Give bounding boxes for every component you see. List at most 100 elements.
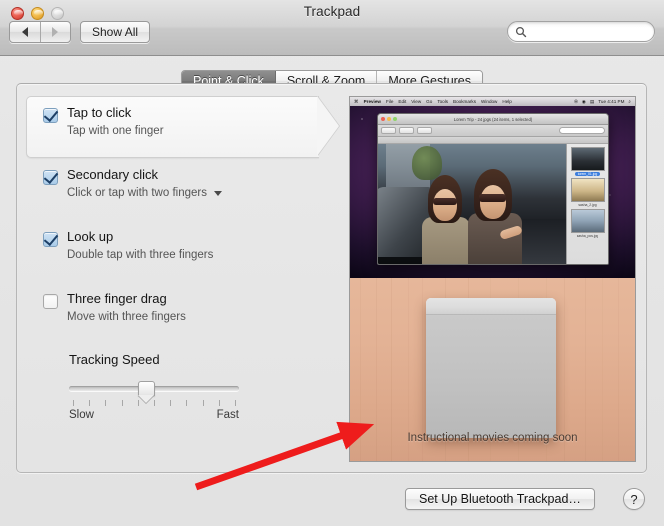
preview-desktop-screenshot: ⌘ Preview File Edit View Go Tools Bookma…: [350, 97, 635, 278]
sim-thumbnail-image: [570, 147, 605, 171]
slider-tick: [121, 400, 123, 406]
photo-person-right: [466, 163, 524, 264]
sim-thumbnail-item: sasha_pos.jpg: [570, 209, 605, 238]
slider-end-labels: Slow Fast: [69, 409, 239, 421]
apple-icon: ⌘: [354, 98, 359, 104]
sim-menu-bookmarks: Bookmarks: [453, 99, 477, 104]
option-subtitle-text: Click or tap with two fingers: [67, 187, 207, 199]
preview-caption: Instructional movies coming soon: [407, 432, 578, 444]
setup-bluetooth-trackpad-label: Set Up Bluetooth Trackpad…: [419, 492, 581, 506]
tracking-speed-group: Tracking Speed Slow Fast: [69, 352, 259, 421]
slider-thumb[interactable]: [137, 381, 155, 396]
sim-menu-tools: Tools: [437, 99, 449, 104]
slider-tick: [73, 400, 74, 406]
sim-menu-edit: Edit: [398, 99, 407, 104]
slider-tick: [218, 400, 220, 406]
sim-window-body: lorem_01.jpg sasha_2.jpg sasha_pos.jpg: [378, 144, 608, 264]
slider-tick: [89, 400, 91, 406]
checkbox-tap-to-click[interactable]: [43, 108, 58, 123]
preview-trackpad-photo: Instructional movies coming soon: [350, 278, 635, 461]
search-field[interactable]: [507, 21, 655, 42]
show-all-button[interactable]: Show All: [80, 21, 151, 43]
sim-thumbnail-label: sasha_pos.jpg: [576, 234, 599, 238]
magic-trackpad-device: [426, 298, 556, 438]
option-row-look-up[interactable]: Look up Double tap with three fingers: [26, 220, 346, 282]
gesture-preview-media[interactable]: ⌘ Preview File Edit View Go Tools Bookma…: [349, 96, 636, 462]
slider-tick: [170, 400, 172, 406]
sim-menu-file: File: [385, 99, 394, 104]
chevron-down-icon[interactable]: [213, 190, 222, 196]
slider-tick: [137, 400, 139, 406]
help-icon: ?: [630, 491, 638, 507]
photo-sunglasses: [479, 194, 506, 202]
photo-sunglasses: [433, 198, 457, 205]
slider-ticks: [69, 400, 239, 407]
sim-thumbnail-image: [570, 178, 605, 202]
navigation-segmented-control[interactable]: [9, 21, 71, 43]
option-subtitle: Click or tap with two fingers: [67, 185, 222, 201]
tracking-speed-label: Tracking Speed: [69, 352, 160, 367]
photo-head: [480, 185, 506, 219]
sim-menubar-right: ✇ ◉ ▤ Tue 4:41 PM ⌕: [574, 99, 631, 105]
option-text: Look up Double tap with three fingers: [67, 229, 213, 263]
photo-body: [422, 217, 470, 264]
sim-toolbar-search: [559, 127, 605, 134]
slider-tick: [105, 400, 107, 406]
option-row-three-finger-drag[interactable]: Three finger drag Move with three finger…: [26, 282, 346, 344]
gesture-options-list: Tap to click Tap with one finger Seconda…: [26, 96, 346, 344]
sim-window-titlebar: Lorem Trip - 24 jpgs (24 items, 1 select…: [378, 114, 608, 125]
sim-menu-app: Preview: [363, 99, 381, 104]
sim-thumbnail-label: lorem_01.jpg: [574, 172, 601, 176]
search-input[interactable]: [531, 25, 646, 38]
sim-bookmark-bar: [378, 137, 608, 144]
back-button[interactable]: [10, 22, 41, 42]
sim-menu-view: View: [411, 99, 422, 104]
help-button[interactable]: ?: [623, 488, 645, 510]
option-text: Tap to click Tap with one finger: [67, 105, 164, 139]
sim-status-3: ▤: [589, 98, 595, 104]
option-row-secondary-click[interactable]: Secondary click Click or tap with two fi…: [26, 158, 346, 220]
checkbox-three-finger-drag[interactable]: [43, 294, 58, 309]
sim-menubar: ⌘ Preview File Edit View Go Tools Bookma…: [350, 97, 635, 106]
preferences-panel: Tap to click Tap with one finger Seconda…: [16, 83, 647, 473]
sim-toolbar-button: [417, 127, 432, 134]
sim-photo-two-women: [378, 144, 566, 264]
slider-tick: [154, 400, 155, 406]
option-text: Three finger drag Move with three finger…: [67, 291, 186, 325]
option-row-tap-to-click[interactable]: Tap to click Tap with one finger: [26, 96, 346, 158]
trackpad-preferences-window: Trackpad Show All Point & Click Scroll &…: [0, 0, 664, 526]
tracking-speed-slider[interactable]: Slow Fast: [69, 381, 239, 421]
window-titlebar: Trackpad Show All: [0, 0, 664, 56]
sim-spotlight-icon: ⌕: [628, 99, 631, 104]
option-subtitle: Tap with one finger: [67, 123, 164, 139]
sim-menu-go: Go: [426, 99, 433, 104]
show-all-label: Show All: [92, 25, 139, 39]
forward-button: [41, 22, 71, 42]
photo-person-left: [420, 169, 472, 264]
checkbox-look-up[interactable]: [43, 232, 58, 247]
setup-bluetooth-trackpad-button[interactable]: Set Up Bluetooth Trackpad…: [405, 488, 595, 510]
slider-tick: [235, 400, 236, 406]
magic-trackpad-battery-bar: [426, 298, 556, 315]
option-title: Three finger drag: [67, 291, 167, 306]
chevron-right-icon: [52, 27, 59, 37]
sim-preview-app-window: Lorem Trip - 24 jpgs (24 items, 1 select…: [377, 113, 609, 265]
option-title: Look up: [67, 229, 114, 244]
option-subtitle-text: Move with three fingers: [67, 311, 186, 323]
sim-clock: Tue 4:41 PM: [598, 99, 625, 104]
sim-menu-window: Window: [481, 99, 498, 104]
option-subtitle-text: Tap with one finger: [67, 125, 164, 137]
option-subtitle: Move with three fingers: [67, 309, 186, 325]
sim-menubar-left: ⌘ Preview File Edit View Go Tools Bookma…: [354, 99, 512, 105]
sim-thumbnail-item: lorem_01.jpg: [570, 147, 605, 176]
sim-window-toolbar: [378, 125, 608, 137]
sim-toolbar-button: [399, 127, 414, 134]
slider-max-label: Fast: [216, 409, 239, 421]
option-subtitle: Double tap with three fingers: [67, 247, 213, 263]
sim-thumbnail-label: sasha_2.jpg: [578, 203, 597, 207]
checkbox-secondary-click[interactable]: [43, 170, 58, 185]
page-title: Trackpad: [303, 4, 361, 19]
sim-thumbnail-image: [570, 209, 605, 233]
slider-tick: [202, 400, 204, 406]
option-title: Tap to click: [67, 105, 132, 120]
